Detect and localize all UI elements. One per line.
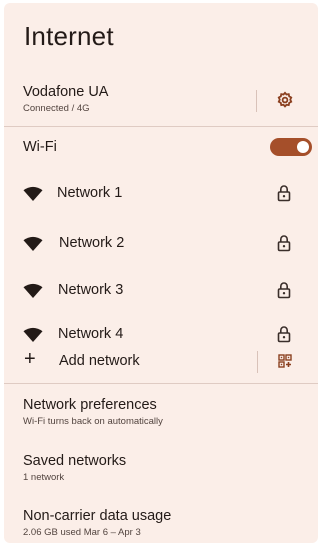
- lock-icon: [277, 282, 291, 299]
- divider: [4, 383, 318, 384]
- pref-title: Network preferences: [23, 397, 157, 413]
- network-item[interactable]: Network 1: [4, 176, 318, 212]
- saved-networks-item[interactable]: Saved networks 1 network: [23, 453, 126, 483]
- data-usage-item[interactable]: Non-carrier data usage 2.06 GB used Mar …: [23, 508, 171, 538]
- network-name: Network 3: [58, 282, 124, 298]
- network-name: Network 4: [58, 326, 124, 342]
- wifi-label: Wi-Fi: [23, 139, 57, 155]
- divider: [4, 126, 318, 127]
- qr-code-icon[interactable]: [278, 354, 292, 368]
- page-title: Internet: [24, 21, 114, 51]
- internet-panel: Internet Vodafone UA Connected / 4G Wi-F…: [4, 3, 318, 543]
- wifi-signal-icon: [23, 236, 43, 251]
- gear-icon[interactable]: [276, 91, 294, 109]
- pref-subtitle: 1 network: [23, 472, 65, 483]
- wifi-toggle-row[interactable]: Wi-Fi: [4, 131, 318, 163]
- add-network-label: Add network: [59, 353, 140, 369]
- wifi-signal-icon: [23, 186, 43, 201]
- network-preferences-item[interactable]: Network preferences Wi-Fi turns back on …: [23, 397, 163, 427]
- lock-icon: [277, 235, 291, 252]
- pref-title: Non-carrier data usage: [23, 508, 172, 524]
- toggle-knob: [297, 141, 309, 153]
- carrier-status: Connected / 4G: [23, 103, 90, 114]
- network-name: Network 1: [57, 185, 123, 201]
- wifi-signal-icon: [23, 283, 43, 298]
- add-network-row[interactable]: + Add network: [4, 347, 318, 377]
- wifi-toggle[interactable]: [270, 138, 312, 156]
- network-name: Network 2: [59, 235, 125, 251]
- network-item[interactable]: Network 3: [4, 273, 318, 309]
- plus-icon: +: [24, 348, 36, 370]
- lock-icon: [277, 326, 291, 343]
- pref-subtitle: Wi-Fi turns back on automatically: [23, 416, 163, 427]
- divider: [257, 351, 258, 373]
- lock-icon: [277, 185, 291, 202]
- pref-subtitle: 2.06 GB used Mar 6 – Apr 3: [23, 527, 141, 538]
- divider: [256, 90, 257, 112]
- wifi-signal-icon: [23, 327, 43, 342]
- pref-title: Saved networks: [23, 453, 127, 469]
- carrier-row[interactable]: Vodafone UA Connected / 4G: [4, 81, 318, 121]
- network-item[interactable]: Network 2: [4, 226, 318, 262]
- carrier-name: Vodafone UA: [23, 84, 109, 100]
